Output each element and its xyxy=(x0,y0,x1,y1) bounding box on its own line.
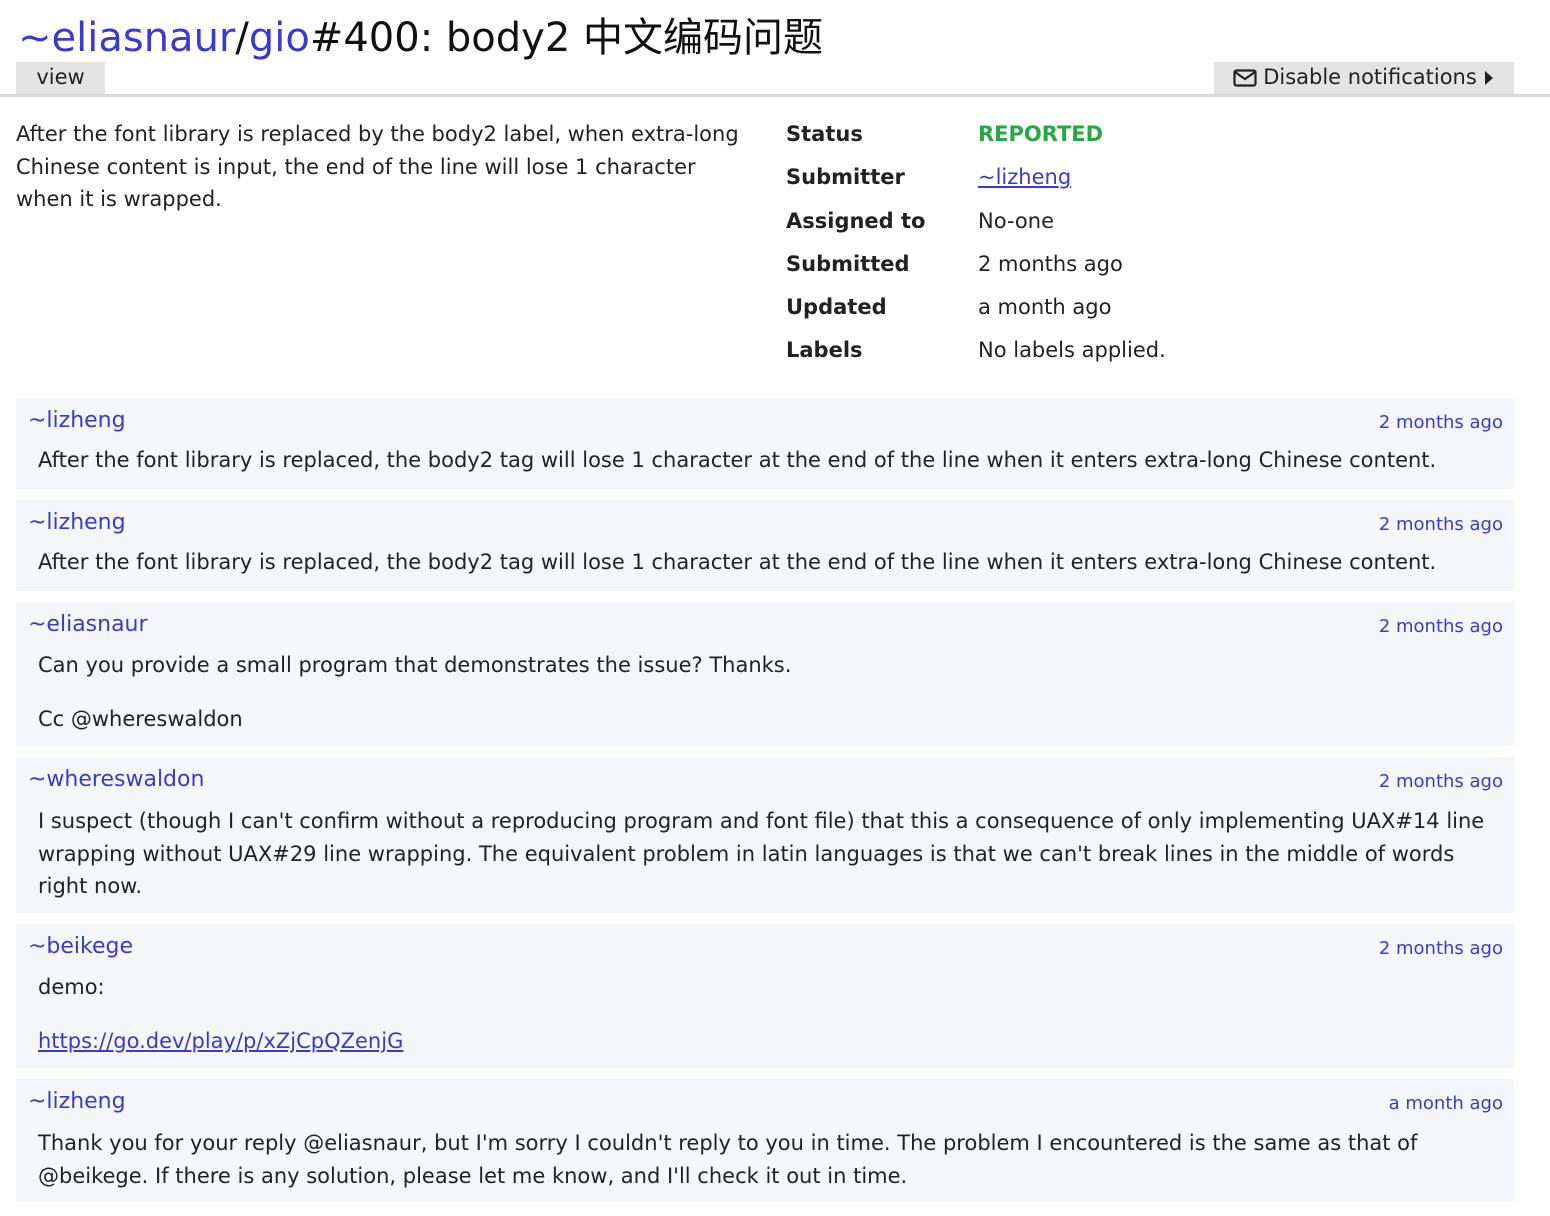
comment: ~lizheng a month ago Thank you for your … xyxy=(16,1079,1514,1202)
comment-text: After the font library is replaced, the … xyxy=(38,550,1437,574)
comment-timestamp-link[interactable]: 2 months ago xyxy=(1379,936,1503,962)
comment-text: Cc @whereswaldon xyxy=(38,707,243,731)
comment-body: After the font library is replaced, the … xyxy=(38,546,1502,579)
meta-value: 2 months ago xyxy=(978,251,1123,276)
meta-key: Assigned to xyxy=(786,208,926,233)
comment-text: After the font library is replaced, the … xyxy=(38,448,1437,472)
meta-value: ~lizheng xyxy=(978,156,1071,199)
comment: ~eliasnaur 2 months ago Can you provide … xyxy=(16,602,1514,746)
owner-link[interactable]: ~eliasnaur xyxy=(18,15,235,61)
notify-label: Disable notifications xyxy=(1263,65,1477,89)
comment-text: demo: xyxy=(38,975,105,999)
comment-author-link[interactable]: ~beikege xyxy=(28,932,133,962)
meta-key: Submitter xyxy=(786,165,905,190)
title-separator: / xyxy=(235,15,249,61)
status-badge: REPORTED xyxy=(978,122,1104,146)
comment-author-link[interactable]: ~lizheng xyxy=(28,508,126,538)
comment-timestamp-link[interactable]: 2 months ago xyxy=(1379,512,1503,538)
issue-description: After the font library is replaced by th… xyxy=(16,122,739,211)
page-title: ~eliasnaur/gio#400: body2 中文编码问题 xyxy=(18,8,823,68)
caret-right-icon xyxy=(1485,71,1494,85)
meta-key: Updated xyxy=(786,295,887,320)
meta-key: Labels xyxy=(786,338,863,363)
tab-view[interactable]: view xyxy=(16,62,105,95)
repo-link[interactable]: gio xyxy=(249,15,310,61)
comment-text: Can you provide a small program that dem… xyxy=(38,653,792,677)
meta-value: No-one xyxy=(978,208,1054,233)
issue-title: #400: body2 中文编码问题 xyxy=(309,15,823,61)
comment-link[interactable]: https://go.dev/play/p/xZjCpQZenjG xyxy=(38,1029,403,1053)
comment: ~lizheng 2 months ago After the font lib… xyxy=(16,398,1514,489)
envelope-icon xyxy=(1232,69,1257,87)
submitter-link[interactable]: ~lizheng xyxy=(978,165,1071,189)
comment-body: demo: https://go.dev/play/p/xZjCpQZenjG xyxy=(38,971,1502,1058)
disable-notifications-button[interactable]: Disable notifications xyxy=(1214,62,1514,95)
comment-body: After the font library is replaced, the … xyxy=(38,444,1502,477)
meta-key: Status xyxy=(786,122,863,146)
comment: ~lizheng 2 months ago After the font lib… xyxy=(16,500,1514,591)
page-header: ~eliasnaur/gio#400: body2 中文编码问题 view Di… xyxy=(0,0,1550,97)
comment-body: I suspect (though I can't confirm withou… xyxy=(38,805,1502,903)
comment-author-link[interactable]: ~lizheng xyxy=(28,406,126,436)
meta-key: Submitted xyxy=(786,251,910,276)
comment-author-link[interactable]: ~lizheng xyxy=(28,1087,126,1117)
comment-author-link[interactable]: ~whereswaldon xyxy=(28,765,204,795)
comment-timestamp-link[interactable]: 2 months ago xyxy=(1379,410,1503,436)
comment-text: Thank you for your reply @eliasnaur, but… xyxy=(38,1131,1418,1188)
comment-link-paragraph: https://go.dev/play/p/xZjCpQZenjG xyxy=(38,1025,1502,1058)
meta-value: No labels applied. xyxy=(978,338,1166,363)
meta-value: a month ago xyxy=(978,295,1112,320)
comment-text: I suspect (though I can't confirm withou… xyxy=(38,809,1485,898)
comment-body: Thank you for your reply @eliasnaur, but… xyxy=(38,1127,1502,1192)
comment-timestamp-link[interactable]: 2 months ago xyxy=(1379,769,1503,795)
header-divider xyxy=(0,94,1550,97)
comment-body: Can you provide a small program that dem… xyxy=(38,649,1502,736)
comment: ~whereswaldon 2 months ago I suspect (th… xyxy=(16,757,1514,913)
comment-timestamp-link[interactable]: 2 months ago xyxy=(1379,614,1503,640)
comment-author-link[interactable]: ~eliasnaur xyxy=(28,610,148,640)
comment: ~beikege 2 months ago demo: https://go.d… xyxy=(16,924,1514,1068)
comment-timestamp-link[interactable]: a month ago xyxy=(1389,1091,1503,1117)
